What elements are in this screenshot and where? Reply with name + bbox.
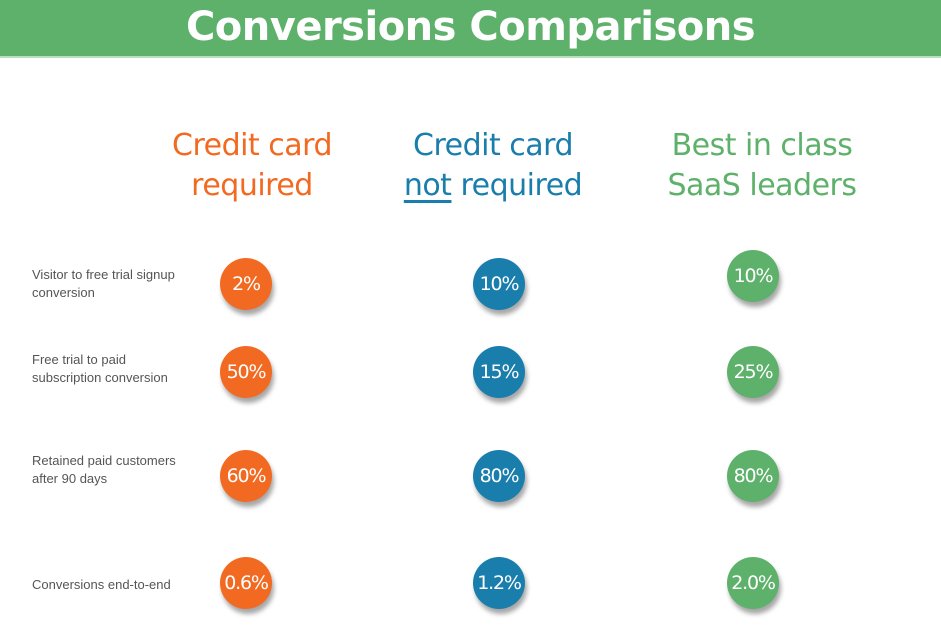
row-label: Visitor to free trial signup conversion	[32, 267, 175, 300]
value-badge: 80%	[473, 450, 525, 502]
title-banner: Conversions Comparisons	[0, 0, 941, 58]
value-badge: 15%	[473, 346, 525, 398]
value-badge: 50%	[220, 346, 272, 398]
column-header-line1: Credit card	[413, 128, 573, 163]
column-header-credit-card-not-required: Credit card not required	[363, 126, 623, 206]
page-title: Conversions Comparisons	[185, 4, 756, 50]
column-header-line2: required	[451, 168, 583, 203]
value-badge: 0.6%	[220, 557, 272, 609]
value-badge: 2.0%	[727, 557, 779, 609]
column-header-line2-wrap: not required	[363, 166, 623, 206]
column-header-line1: Credit card	[172, 128, 332, 163]
column-header-line2: required	[191, 168, 313, 203]
row-label: Conversions end-to-end	[32, 577, 171, 592]
value-badge: 80%	[727, 450, 779, 502]
value-badge: 10%	[473, 258, 525, 310]
value-badge: 2%	[220, 258, 272, 310]
column-header-line2: SaaS leaders	[667, 168, 857, 203]
row-label: Retained paid customers after 90 days	[32, 453, 176, 486]
value-badge: 25%	[727, 346, 779, 398]
value-badge: 1.2%	[473, 557, 525, 609]
column-header-line1: Best in class	[671, 128, 853, 163]
value-badge: 60%	[220, 450, 272, 502]
column-header-emphasis: not	[403, 168, 452, 203]
row-label: Free trial to paid subscription conversi…	[32, 352, 168, 385]
column-header-credit-card-required: Credit card required	[122, 126, 382, 206]
column-header-best-in-class: Best in class SaaS leaders	[632, 126, 892, 206]
value-badge: 10%	[727, 250, 779, 302]
